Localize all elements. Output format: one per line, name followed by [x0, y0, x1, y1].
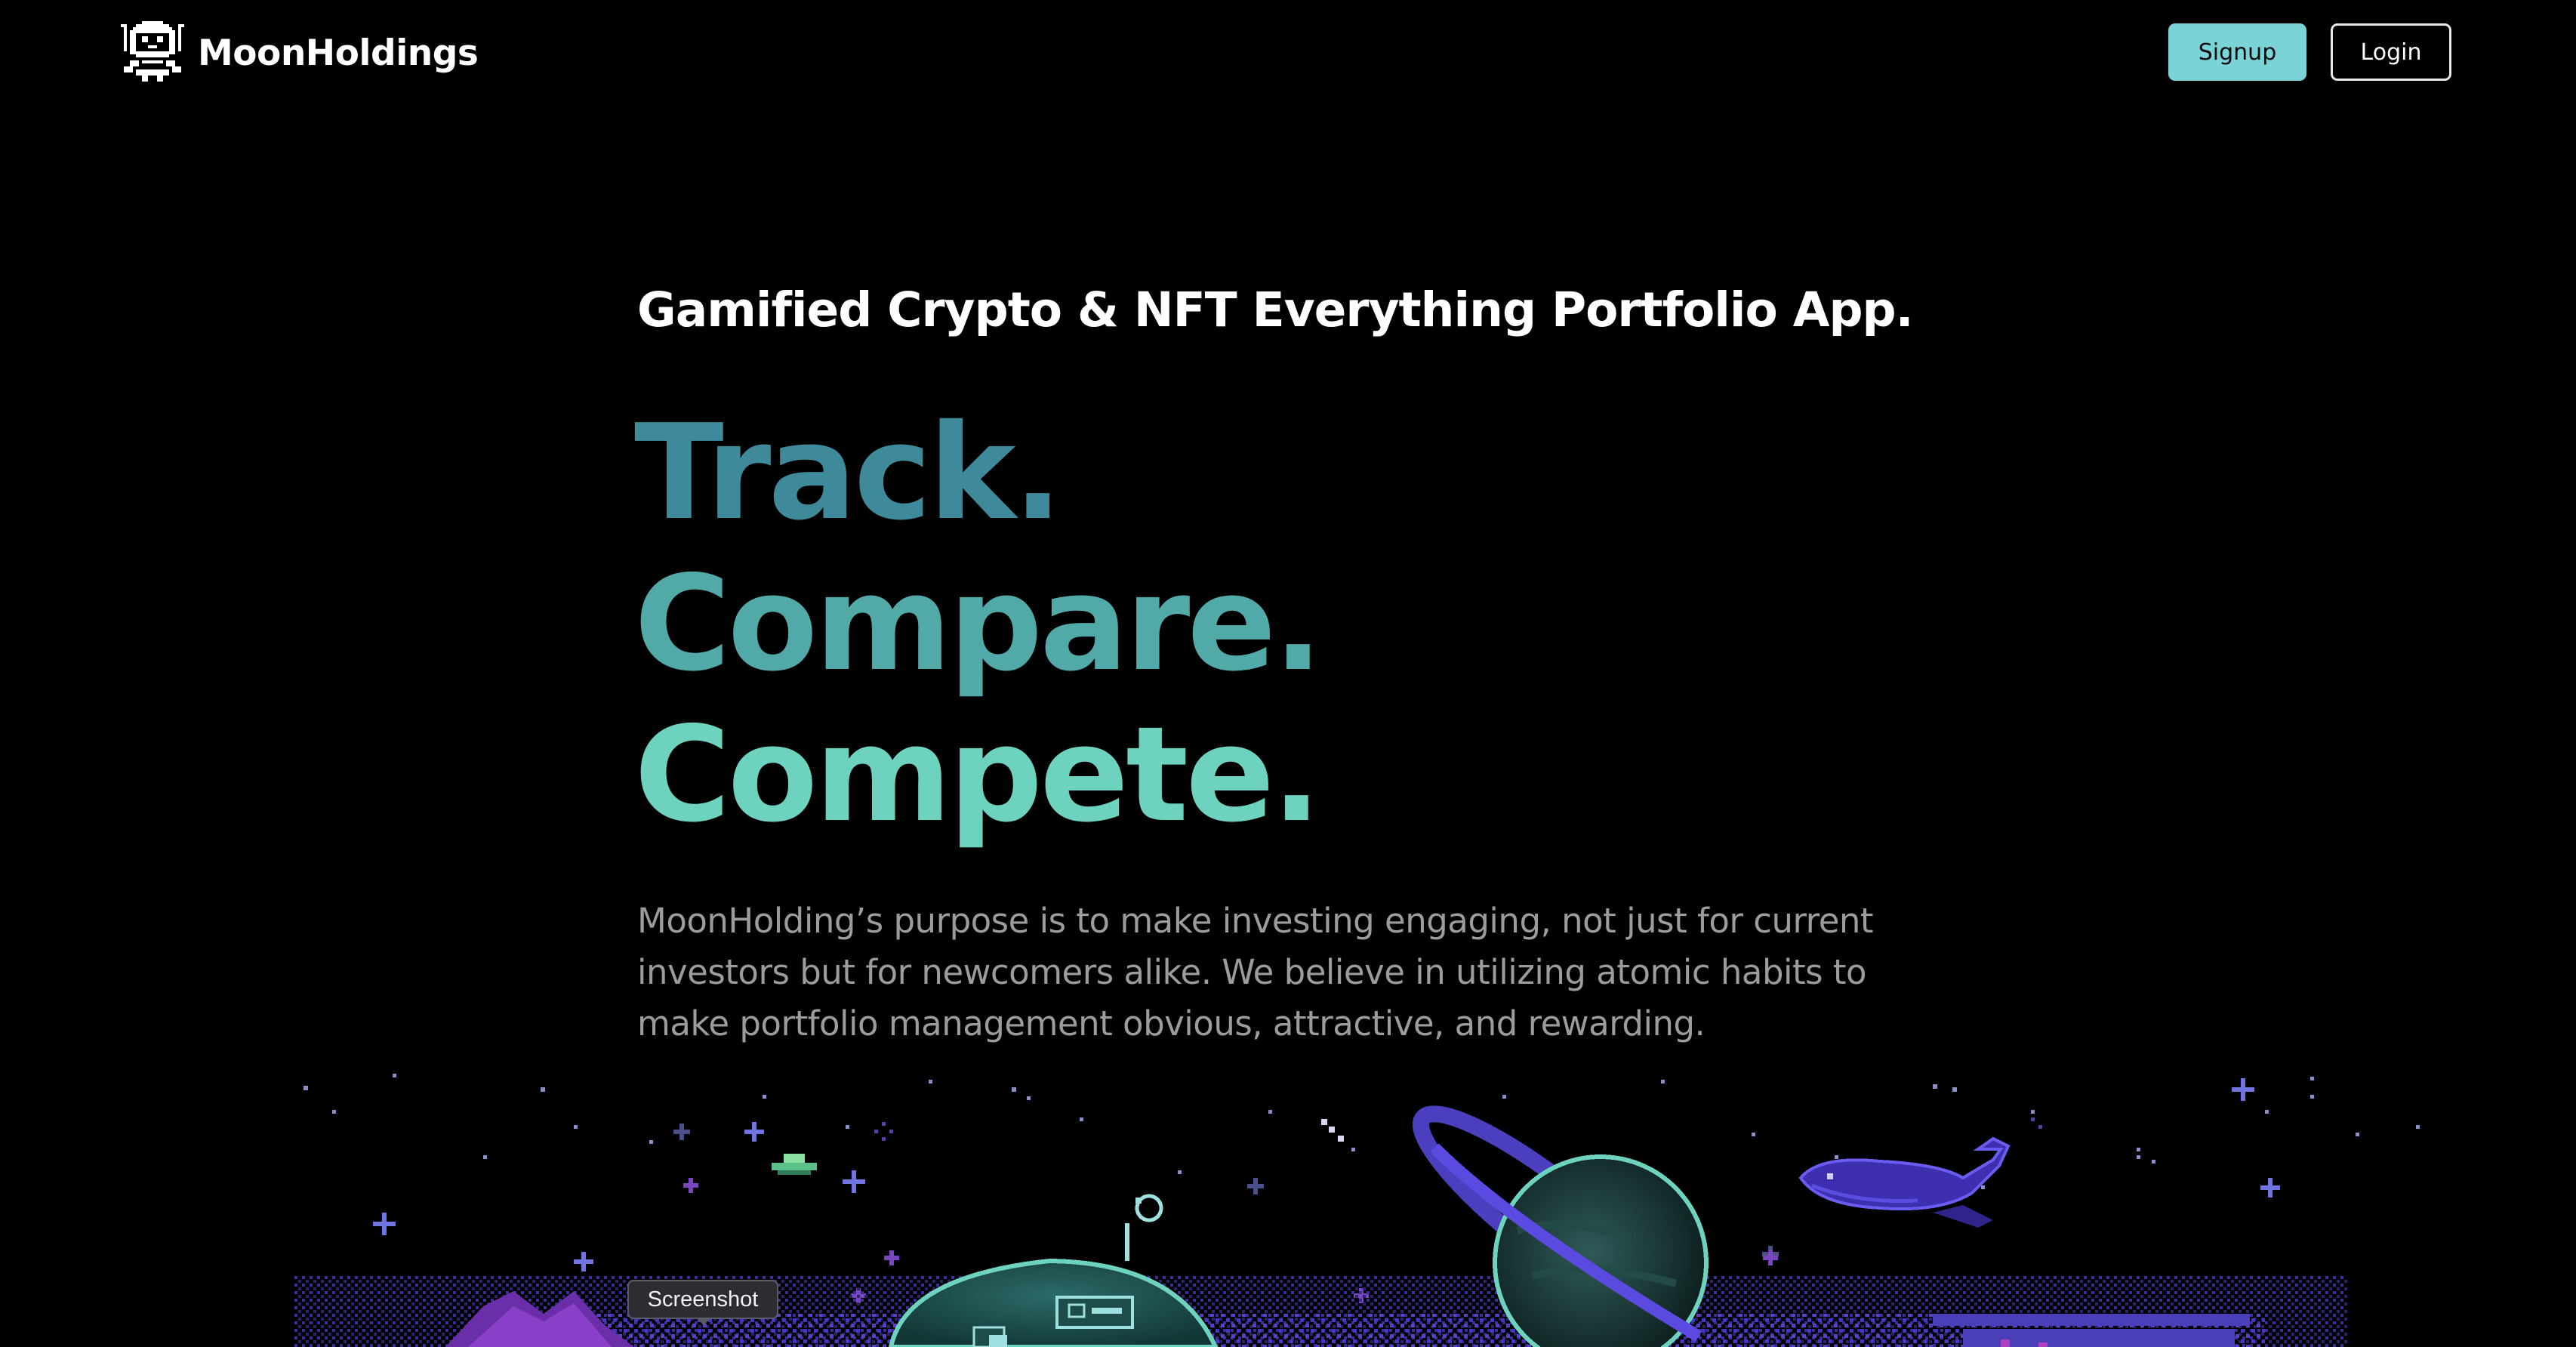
login-button[interactable]: Login: [2331, 23, 2451, 81]
signup-button[interactable]: Signup: [2168, 23, 2306, 81]
hero-line-track: Track.: [634, 396, 1063, 550]
hero-line-compare: Compare.: [634, 547, 1323, 701]
space-scene-illustration: [294, 1074, 2420, 1347]
tooltip-arrow: [696, 1318, 711, 1325]
star-field: [304, 1074, 2420, 1189]
screenshot-tooltip: Screenshot: [627, 1280, 778, 1319]
whale-icon: [1798, 1136, 2011, 1228]
page: MoonHoldings Signup Login Gamified Crypt…: [0, 0, 2576, 1347]
hero-description: MoonHolding’s purpose is to make investi…: [637, 901, 1874, 1043]
hero-tagline: Gamified Crypto & NFT Everything Portfol…: [637, 282, 1914, 338]
brand-logo[interactable]: MoonHoldings: [121, 21, 479, 85]
sparkle-stars: [373, 1078, 2280, 1271]
astronaut-pixel-icon: [121, 21, 184, 82]
moon-base-dome: [888, 1194, 1219, 1347]
ufo-icon: [772, 1154, 817, 1175]
hero-line-compete: Compete.: [634, 698, 1321, 852]
brand-name: MoonHoldings: [198, 32, 479, 74]
